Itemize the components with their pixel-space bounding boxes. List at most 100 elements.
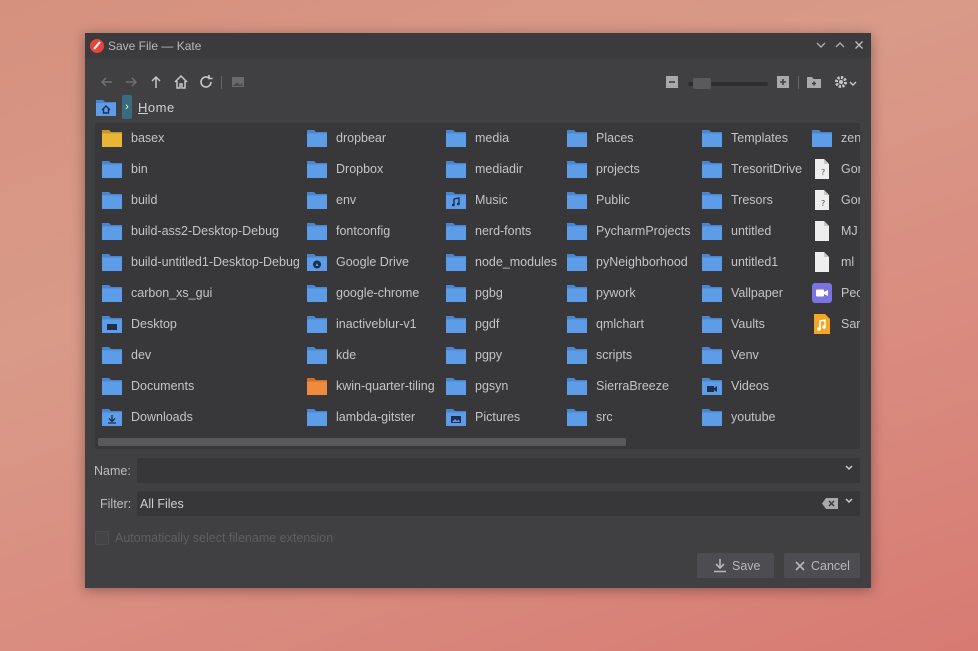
folder-icon xyxy=(701,190,723,210)
file-name: qmlchart xyxy=(596,317,644,331)
folder-icon xyxy=(306,345,328,365)
window-title: Save File — Kate xyxy=(108,39,202,53)
scrollbar-handle[interactable] xyxy=(98,438,626,446)
folder-icon xyxy=(701,128,723,148)
folder-icon xyxy=(445,345,467,365)
folder-icon xyxy=(701,407,723,427)
folder-icon xyxy=(101,252,123,272)
file-name: pgbg xyxy=(475,286,503,300)
folder-google-drive-icon xyxy=(306,252,328,272)
file-view[interactable]: basex bin build build-ass2-Desktop-Debug bui… xyxy=(95,123,860,449)
folder-icon xyxy=(306,159,328,179)
cancel-label: Cancel xyxy=(811,559,850,573)
clear-icon[interactable] xyxy=(822,498,838,509)
chevron-down-icon[interactable] xyxy=(844,496,854,509)
file-name: inactiveblur-v1 xyxy=(336,317,417,331)
file-name: Google Drive xyxy=(336,255,409,269)
folder-icon xyxy=(566,159,588,179)
name-field[interactable] xyxy=(137,458,860,483)
file-name: Pec xyxy=(841,286,860,300)
auto-extension-label: Automatically select filename extension xyxy=(115,531,334,545)
folder-icon xyxy=(701,345,723,365)
new-folder-icon[interactable] xyxy=(805,73,823,91)
file-name: Gor xyxy=(841,193,860,207)
forward-icon[interactable] xyxy=(122,73,140,91)
folder-icon xyxy=(566,407,588,427)
file-name: build-untitled1-Desktop-Debug xyxy=(131,255,300,269)
folder-icon xyxy=(101,283,123,303)
minimize-icon[interactable] xyxy=(814,38,828,52)
folder-icon xyxy=(566,376,588,396)
folder-videos-icon xyxy=(701,376,723,396)
horizontal-scrollbar[interactable] xyxy=(95,436,860,446)
zoom-in-icon[interactable] xyxy=(774,73,792,91)
home-icon[interactable] xyxy=(172,73,190,91)
folder-downloads-icon xyxy=(101,407,123,427)
save-button[interactable]: Save xyxy=(697,553,774,578)
cancel-button[interactable]: Cancel xyxy=(784,553,860,578)
file-name: pgsyn xyxy=(475,379,509,393)
file-name: kde xyxy=(336,348,357,362)
file-name: Dropbox xyxy=(336,162,384,176)
toolbar-separator xyxy=(221,76,222,89)
zoom-slider-handle[interactable] xyxy=(693,78,711,89)
folder-icon xyxy=(101,190,123,210)
svg-text:?: ? xyxy=(821,168,825,177)
file-name: TresoritDrive xyxy=(731,162,803,176)
file-icon xyxy=(811,252,833,272)
filter-field[interactable]: All Files xyxy=(137,491,860,516)
folder-icon xyxy=(811,128,833,148)
breadcrumb-home-icon[interactable] xyxy=(95,96,117,118)
file-name: Gor xyxy=(841,162,860,176)
folder-icon xyxy=(566,345,588,365)
toolbar-separator xyxy=(798,76,799,89)
file-name: pgpy xyxy=(475,348,503,362)
file-name: scripts xyxy=(596,348,633,362)
file-name: bin xyxy=(131,162,148,176)
kate-app-icon xyxy=(90,39,104,53)
file-name: Places xyxy=(596,131,634,145)
folder-icon xyxy=(445,159,467,179)
file-name: fontconfig xyxy=(336,224,391,238)
file-name: google-chrome xyxy=(336,286,420,300)
file-name: dev xyxy=(131,348,152,362)
folder-icon xyxy=(445,376,467,396)
file-name: Pictures xyxy=(475,410,521,424)
save-label: Save xyxy=(732,559,761,573)
folder-icon xyxy=(101,345,123,365)
folder-icon xyxy=(445,128,467,148)
svg-text:?: ? xyxy=(821,199,825,208)
chevron-down-icon[interactable] xyxy=(844,463,854,476)
cancel-x-icon xyxy=(795,560,805,574)
folder-orange-icon xyxy=(306,376,328,396)
breadcrumb-home[interactable]: Home xyxy=(138,100,175,115)
reload-icon[interactable] xyxy=(197,73,215,91)
file-name: lambda-gitster xyxy=(336,410,416,424)
file-video-icon xyxy=(811,283,833,303)
maximize-icon[interactable] xyxy=(833,38,847,52)
folder-icon xyxy=(306,221,328,241)
file-name: kwin-quarter-tiling xyxy=(336,379,435,393)
auto-extension-checkbox[interactable] xyxy=(95,531,109,545)
preview-icon[interactable] xyxy=(229,73,247,91)
save-file-dialog: Save File — Kate › Home basex bin build … xyxy=(85,33,871,588)
close-icon[interactable] xyxy=(852,38,866,52)
folder-icon xyxy=(306,407,328,427)
file-name: Sar xyxy=(841,317,860,331)
file-unknown-icon: ? xyxy=(811,159,833,179)
up-icon[interactable] xyxy=(147,73,165,91)
file-name: dropbear xyxy=(336,131,387,145)
folder-yellow-icon xyxy=(101,128,123,148)
name-label: Name: xyxy=(94,464,131,478)
file-name: carbon_xs_gui xyxy=(131,286,213,300)
breadcrumb-separator[interactable]: › xyxy=(122,95,132,119)
folder-icon xyxy=(101,159,123,179)
options-gear-icon[interactable] xyxy=(833,73,859,91)
file-name: Desktop xyxy=(131,317,177,331)
folder-icon xyxy=(701,159,723,179)
folder-icon xyxy=(701,221,723,241)
zoom-out-icon[interactable] xyxy=(663,73,681,91)
file-name: basex xyxy=(131,131,165,145)
back-icon[interactable] xyxy=(98,73,116,91)
file-name: env xyxy=(336,193,357,207)
